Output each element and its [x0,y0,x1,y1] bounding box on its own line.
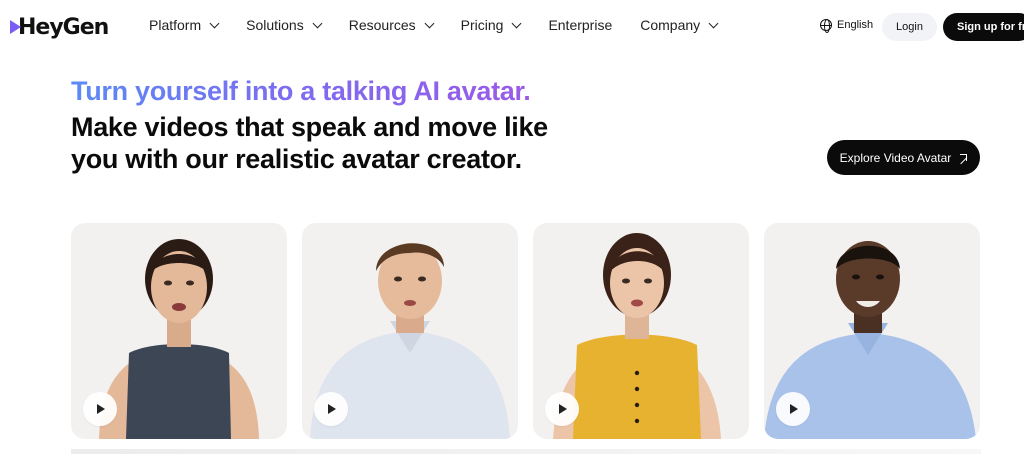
play-icon [790,404,798,414]
globe-icon [820,19,832,33]
nav-item-company[interactable]: Company [640,17,719,33]
nav-label: Company [640,17,701,33]
play-button[interactable] [776,392,810,426]
play-logo-icon [10,20,21,34]
signup-button[interactable]: Sign up for free [943,13,1024,41]
logo-text: HeyGen [18,14,109,40]
language-label: English [837,19,874,31]
nav-label: Solutions [246,17,304,33]
nav-label: Resources [348,17,416,33]
play-button[interactable] [83,392,117,426]
nav-label: Enterprise [548,17,613,33]
chevron-down-icon [511,18,522,28]
nav-label: Platform [149,17,202,33]
play-button[interactable] [545,392,579,426]
arrow-up-right-icon [960,154,968,161]
next-row-preview [71,449,981,454]
chevron-down-icon [708,18,719,28]
nav-item-pricing[interactable]: Pricing [460,17,522,33]
nav-item-platform[interactable]: Platform [149,17,220,33]
play-icon [559,404,567,414]
nav-item-resources[interactable]: Resources [348,17,435,33]
avatar-card[interactable] [533,223,749,439]
hero-title: Make videos that speak and move like you… [71,112,548,174]
hero-tagline: Turn yourself into a talking AI avatar. [71,76,531,106]
login-button[interactable]: Login [882,13,937,41]
explore-video-avatar-button[interactable]: Explore Video Avatar [827,140,980,175]
nav-item-enterprise[interactable]: Enterprise [548,17,612,33]
chevron-down-icon [424,18,435,28]
chevron-down-icon [209,18,220,28]
play-button[interactable] [314,392,348,426]
site-header: HeyGen Platform Solutions Resources Pric… [0,0,1024,54]
play-icon [328,404,336,414]
heygen-logo[interactable]: HeyGen [10,12,109,42]
chevron-down-icon [312,18,323,28]
avatar-card[interactable] [71,223,287,439]
main-nav: Platform Solutions Resources Pricing Ent… [149,17,745,33]
nav-label: Pricing [460,17,504,33]
avatar-card[interactable] [302,223,518,439]
nav-item-solutions[interactable]: Solutions [246,17,323,33]
play-icon [97,404,105,414]
avatar-card[interactable] [764,223,980,439]
language-selector[interactable]: English [820,19,874,33]
explore-label: Explore Video Avatar [839,150,952,165]
